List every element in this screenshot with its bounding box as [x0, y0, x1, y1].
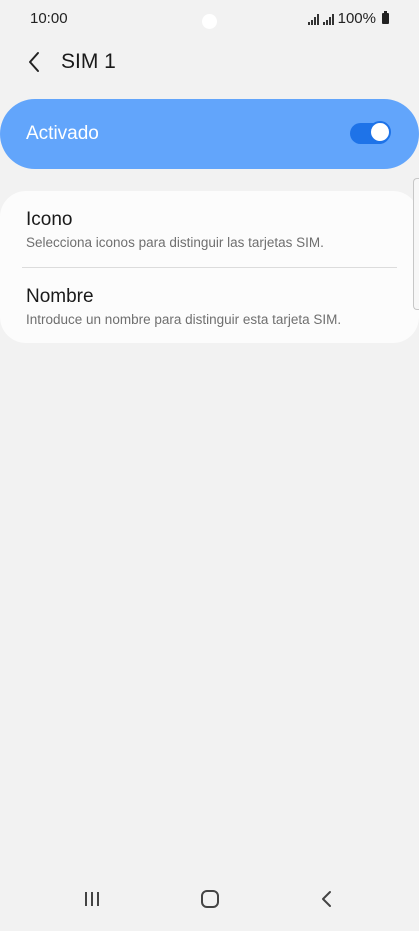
home-button[interactable] — [190, 881, 230, 917]
scroll-indicator[interactable] — [413, 178, 419, 310]
setting-title: Icono — [26, 209, 73, 230]
setting-row-nombre[interactable]: Nombre Introduce un nombre para distingu… — [0, 268, 419, 343]
page-title: SIM 1 — [61, 50, 116, 73]
activated-label: Activado — [26, 123, 99, 144]
setting-title: Nombre — [26, 286, 94, 307]
status-indicators: 100% — [307, 10, 389, 27]
recents-icon — [85, 892, 99, 906]
camera-cutout — [202, 14, 217, 29]
battery-percent: 100% — [337, 10, 376, 27]
home-icon — [201, 890, 219, 908]
setting-description: Selecciona iconos para distinguir las ta… — [26, 235, 324, 250]
recents-button[interactable] — [72, 881, 112, 917]
signal-icon-2 — [322, 13, 334, 25]
status-time: 10:00 — [30, 10, 68, 27]
setting-row-icono[interactable]: Icono Selecciona iconos para distinguir … — [0, 191, 419, 267]
activated-switch[interactable] — [350, 121, 391, 144]
navigation-bar — [0, 873, 419, 931]
nav-back-button[interactable] — [307, 881, 347, 917]
screen: 10:00 100% SIM 1 Activado Icono Seleccio… — [0, 0, 419, 931]
app-header: SIM 1 — [0, 40, 419, 82]
back-button[interactable] — [18, 46, 50, 78]
activated-toggle-row[interactable]: Activado — [0, 99, 419, 169]
status-bar: 10:00 100% — [0, 0, 419, 38]
settings-card: Icono Selecciona iconos para distinguir … — [0, 191, 419, 343]
chevron-left-icon — [29, 52, 39, 72]
signal-icon — [307, 13, 319, 25]
switch-knob — [369, 121, 391, 143]
setting-description: Introduce un nombre para distinguir esta… — [26, 312, 342, 327]
battery-icon — [382, 11, 389, 24]
nav-back-icon — [322, 891, 331, 907]
